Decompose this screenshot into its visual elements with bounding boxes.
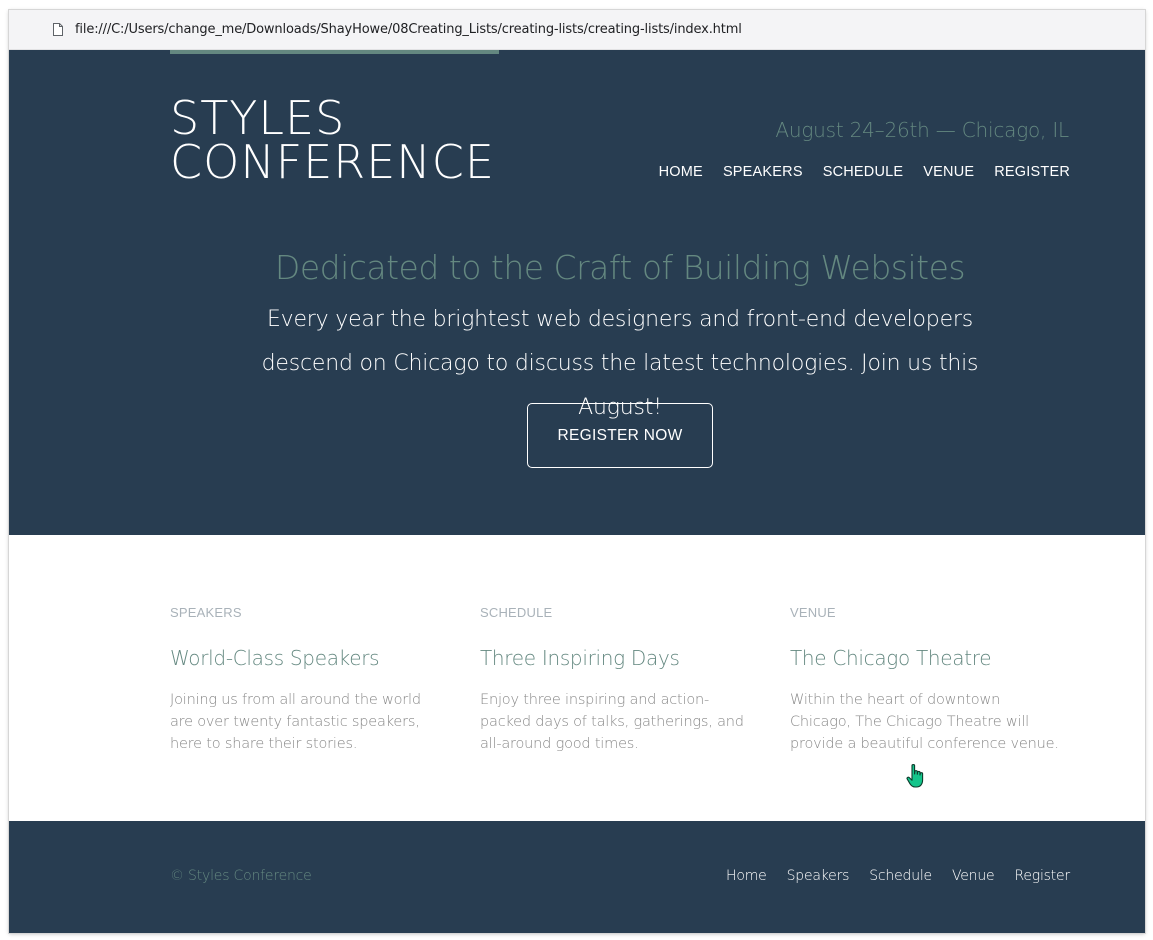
feature-text: Joining us from all around the world are… <box>170 692 421 752</box>
register-now-button[interactable]: REGISTER NOW <box>527 403 713 468</box>
feature-speakers: SPEAKERS World-Class Speakers Joining us… <box>170 605 445 755</box>
logo-line-2: CONFERENCE <box>170 135 495 189</box>
site-logo[interactable]: STYLES CONFERENCE <box>170 91 495 189</box>
url-text[interactable]: file:///C:/Users/change_me/Downloads/Sha… <box>75 22 742 37</box>
feature-heading[interactable]: The Chicago Theatre <box>790 646 1065 670</box>
nav-home[interactable]: HOME <box>659 164 703 180</box>
nav-schedule[interactable]: SCHEDULE <box>823 164 904 180</box>
feature-kicker: SPEAKERS <box>170 605 242 620</box>
footer-nav: Home Speakers Schedule Venue Register <box>726 868 1070 884</box>
footer-nav-register[interactable]: Register <box>1014 868 1070 884</box>
feature-text: Enjoy three inspiring and action-packed … <box>480 692 744 752</box>
copyright: © Styles Conference <box>170 868 312 884</box>
features-section: SPEAKERS World-Class Speakers Joining us… <box>9 535 1145 821</box>
address-bar[interactable]: file:///C:/Users/change_me/Downloads/Sha… <box>9 10 1145 50</box>
header-accent-bar <box>170 50 499 54</box>
feature-heading[interactable]: World-Class Speakers <box>170 646 445 670</box>
footer-nav-speakers[interactable]: Speakers <box>787 868 850 884</box>
browser-window: file:///C:/Users/change_me/Downloads/Sha… <box>9 10 1145 933</box>
feature-text: Within the heart of downtown Chicago, Th… <box>790 692 1059 752</box>
footer-nav-home[interactable]: Home <box>726 868 767 884</box>
primary-nav: HOME SPEAKERS SCHEDULE VENUE REGISTER <box>659 164 1070 180</box>
nav-venue[interactable]: VENUE <box>923 164 974 180</box>
site-header: STYLES CONFERENCE August 24–26th — Chica… <box>9 50 1145 535</box>
footer-nav-venue[interactable]: Venue <box>952 868 995 884</box>
feature-heading[interactable]: Three Inspiring Days <box>480 646 755 670</box>
site-footer: © Styles Conference Home Speakers Schedu… <box>9 821 1145 933</box>
tagline: August 24–26th — Chicago, IL <box>775 118 1069 142</box>
page-icon <box>53 23 63 36</box>
nav-speakers[interactable]: SPEAKERS <box>723 164 803 180</box>
hand-pointer-icon <box>906 763 924 788</box>
feature-venue: VENUE The Chicago Theatre Within the hea… <box>790 605 1065 755</box>
nav-register[interactable]: REGISTER <box>994 164 1070 180</box>
feature-kicker: SCHEDULE <box>480 605 553 620</box>
feature-kicker: VENUE <box>790 605 836 620</box>
hero-title: Dedicated to the Craft of Building Websi… <box>274 248 966 287</box>
footer-nav-schedule[interactable]: Schedule <box>869 868 932 884</box>
logo-line-1: STYLES <box>170 91 346 145</box>
feature-schedule: SCHEDULE Three Inspiring Days Enjoy thre… <box>480 605 755 755</box>
